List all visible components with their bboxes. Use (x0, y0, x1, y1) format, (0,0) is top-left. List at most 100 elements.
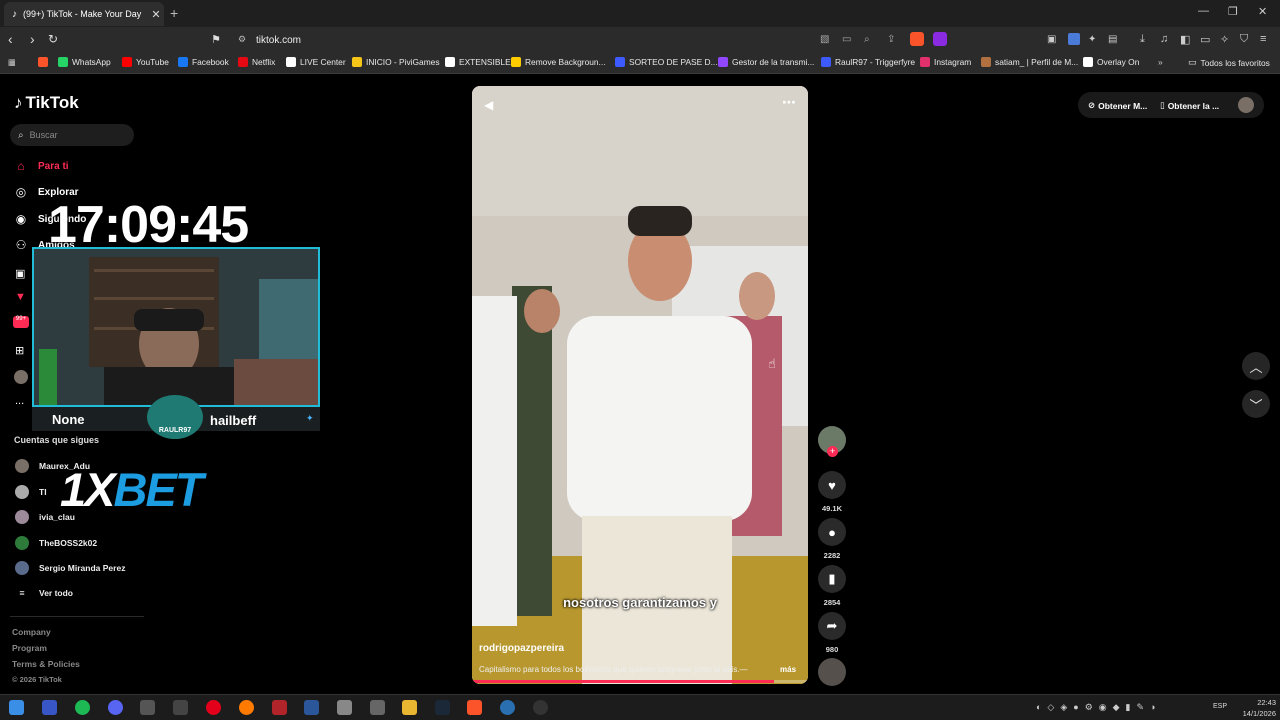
bookmark-item[interactable]: Overlay On (1083, 57, 1139, 67)
messages-badge-icon[interactable]: 99+ (13, 316, 29, 328)
menu-icon[interactable]: ≡ (1260, 33, 1266, 45)
profile-avatar[interactable] (14, 370, 28, 384)
minimize-icon[interactable]: — (1198, 5, 1209, 17)
forward-icon[interactable]: › (30, 31, 35, 47)
video-more-icon[interactable]: ⋯ (782, 94, 796, 111)
site-info-icon[interactable]: ⚙ (238, 34, 246, 45)
bookmark-item[interactable]: Facebook (178, 57, 229, 67)
footer-terms[interactable]: Terms & Policies (12, 659, 80, 669)
bookmark-item[interactable]: Remove Backgroun... (511, 57, 606, 67)
browser-tab[interactable]: ♪ (99+) TikTok - Make Your Day ✕ (4, 2, 164, 26)
save-button[interactable]: ▮ 2854 (818, 565, 846, 607)
brave-bookmark-icon[interactable] (38, 57, 48, 67)
search-input[interactable]: ⌕ Buscar (10, 124, 134, 146)
taskbar-clock[interactable]: 22:43 14/1/2026 (1230, 697, 1276, 719)
footer-company[interactable]: Company (12, 627, 51, 637)
valorant-icon[interactable] (272, 700, 287, 715)
translate-icon[interactable] (1068, 33, 1080, 45)
follow-plus-icon[interactable]: + (827, 446, 838, 457)
app-icon[interactable] (500, 700, 515, 715)
see-more-link[interactable]: más (780, 665, 796, 674)
more-bookmarks-icon[interactable]: » (1158, 57, 1163, 67)
creator-avatar-button[interactable]: + (818, 426, 846, 457)
sound-button[interactable] (818, 658, 846, 686)
shop-icon[interactable]: ▼ (15, 291, 26, 303)
share-button[interactable]: ➦ 980 (818, 612, 846, 654)
bookmark-page-icon[interactable]: ⚑ (211, 33, 221, 46)
volume-icon[interactable]: ◀ (484, 98, 493, 112)
discord-icon[interactable] (108, 700, 123, 715)
get-app-button[interactable]: ▯ Obtener la ... (1160, 100, 1219, 111)
share-icon[interactable]: ⇪ (887, 34, 895, 45)
opera-icon[interactable] (206, 700, 221, 715)
previous-video-button[interactable]: ︿ (1242, 352, 1270, 380)
vpn-icon[interactable]: ⛉ (1240, 33, 1248, 46)
word-icon[interactable] (304, 700, 319, 715)
new-tab-button[interactable]: + (170, 5, 178, 21)
app-icon[interactable] (533, 700, 548, 715)
comment-button[interactable]: ● 2282 (818, 518, 846, 560)
leo-ai-icon[interactable]: ✧ (1220, 33, 1229, 46)
steam-icon[interactable] (435, 700, 450, 715)
cast-icon[interactable]: ▭ (842, 34, 851, 45)
brave-shields-icon[interactable] (910, 32, 924, 46)
spotify-icon[interactable] (75, 700, 90, 715)
video-author[interactable]: rodrigopazpereira (479, 643, 564, 654)
all-bookmarks-folder[interactable]: ▭ Todos los favoritos (1188, 57, 1270, 68)
following-item[interactable]: TI (15, 485, 47, 499)
following-item[interactable]: Sergio Miranda Perez (15, 561, 125, 575)
upload-icon[interactable]: ⊞ (15, 344, 24, 357)
zoom-icon[interactable]: ⌕ (864, 34, 870, 45)
explorer-icon[interactable] (402, 700, 417, 715)
more-nav[interactable]: ... (15, 395, 24, 407)
start-icon[interactable] (9, 700, 24, 715)
bookmark-item[interactable]: WhatsApp (58, 57, 111, 67)
get-coins-button[interactable]: ⊘ Obtener M... (1088, 100, 1147, 111)
bookmark-item[interactable]: LIVE Center (286, 57, 346, 67)
profile-avatar[interactable] (1238, 97, 1254, 113)
bookmark-item[interactable]: Gestor de la transmi... (718, 57, 814, 67)
system-tray-icons[interactable]: ◐◇◈●⚙◉◆▮✎◑ (1036, 702, 1162, 713)
brave-icon[interactable] (467, 700, 482, 715)
bookmark-item[interactable]: Netflix (238, 57, 275, 67)
app-icon[interactable] (173, 700, 188, 715)
back-icon[interactable]: ‹ (8, 31, 13, 47)
bookmark-item[interactable]: SORTEO DE PASE D... (615, 57, 718, 67)
see-all-link[interactable]: ≡ Ver todo (15, 588, 73, 598)
tiktok-logo[interactable]: ♪ TikTok (14, 93, 79, 113)
extension-2-icon[interactable]: ▤ (1108, 34, 1117, 45)
wallet-icon[interactable]: ▭ (1200, 33, 1210, 46)
app-icon[interactable] (42, 700, 57, 715)
close-tab-icon[interactable]: ✕ (148, 8, 164, 21)
bookmark-item[interactable]: INICIO - PiviGames (352, 57, 440, 67)
extension-1-icon[interactable]: ▣ (1047, 34, 1056, 45)
next-video-button[interactable]: ﹀ (1242, 390, 1270, 418)
media-icon[interactable]: ♫ (1160, 33, 1168, 45)
video-player[interactable]: ◀ ⋯ nosotros garantizamos y rodrigopazpe… (472, 86, 808, 684)
close-window-icon[interactable]: ✕ (1258, 5, 1267, 18)
following-item[interactable]: TheBOSS2k02 (15, 536, 97, 550)
reload-icon[interactable]: ↻ (48, 32, 58, 46)
footer-program[interactable]: Program (12, 643, 47, 653)
restore-icon[interactable]: ❐ (1228, 5, 1238, 18)
extensions-icon[interactable]: ✦ (1088, 34, 1096, 45)
reader-off-icon[interactable]: ▧ (820, 34, 829, 45)
video-progress-bar[interactable] (472, 680, 808, 683)
firefox-icon[interactable] (239, 700, 254, 715)
download-icon[interactable]: ⤓ (1140, 33, 1145, 46)
like-button[interactable]: ♥ 49.1K (818, 471, 846, 513)
bookmark-item[interactable]: YouTube (122, 57, 169, 67)
calculator-icon[interactable] (370, 700, 385, 715)
app-icon[interactable] (337, 700, 352, 715)
apps-grid-icon[interactable]: ▦ (8, 57, 16, 67)
bookmark-item[interactable]: EXTENSIBLE (445, 57, 511, 67)
bookmark-item[interactable]: RaulR97 - Triggerfyre (821, 57, 915, 67)
brave-rewards-icon[interactable] (933, 32, 947, 46)
language-indicator[interactable]: ESP (1213, 703, 1227, 710)
bookmark-item[interactable]: satiam_ | Perfil de M... (981, 57, 1078, 67)
bookmark-item[interactable]: Instagram (920, 57, 971, 67)
live-icon[interactable]: ▣ (15, 267, 25, 280)
obs-icon[interactable] (140, 700, 155, 715)
sidebar-icon[interactable]: ◧ (1180, 33, 1190, 46)
nav-for-you[interactable]: ⌂ Para ti (14, 159, 68, 173)
